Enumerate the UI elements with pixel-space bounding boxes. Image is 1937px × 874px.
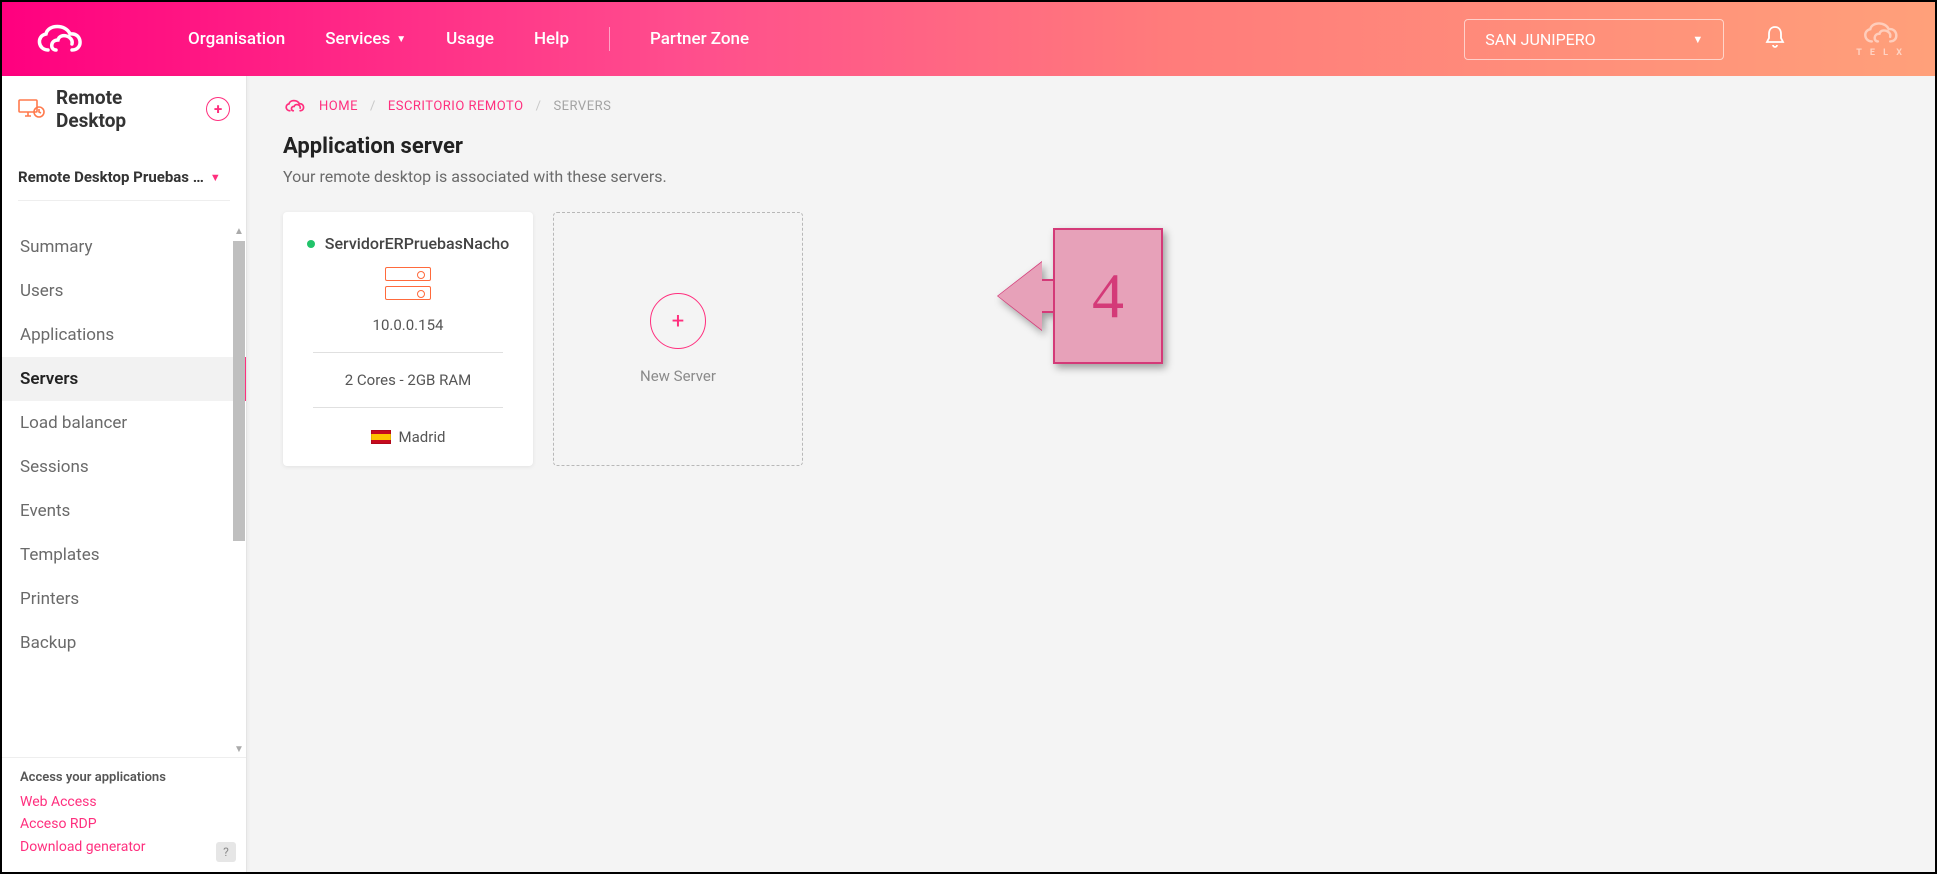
sidebar-footer: Access your applications Web Access Acce… <box>2 757 246 872</box>
nav-help[interactable]: Help <box>534 29 569 49</box>
breadcrumb-separator: / <box>536 99 542 114</box>
annotation-number: 4 <box>1053 228 1163 364</box>
chevron-down-icon: ▼ <box>210 171 221 184</box>
sidebar-title: Remote Desktop <box>56 86 196 132</box>
notifications-bell-icon[interactable] <box>1764 25 1786 53</box>
main-content: HOME / ESCRITORIO REMOTO / SERVERS Appli… <box>247 76 1935 872</box>
tenant-selected: SAN JUNIPERO <box>1485 30 1595 49</box>
server-card[interactable]: ServidorERPruebasNacho 10.0.0.154 2 Core… <box>283 212 533 466</box>
sidebar-item-templates[interactable]: Templates <box>2 533 246 577</box>
link-download-generator[interactable]: Download generator <box>20 836 228 858</box>
sidebar: Remote Desktop + Remote Desktop Pruebas … <box>2 76 247 872</box>
nav-partner-zone[interactable]: Partner Zone <box>650 29 749 49</box>
nav-usage[interactable]: Usage <box>446 29 494 49</box>
server-cards-row: ServidorERPruebasNacho 10.0.0.154 2 Core… <box>283 212 1899 466</box>
annotation-callout: 4 <box>998 228 1163 364</box>
plus-circle-icon: + <box>650 293 706 349</box>
divider <box>313 407 503 408</box>
sidebar-item-users[interactable]: Users <box>2 269 246 313</box>
new-server-card[interactable]: + New Server <box>553 212 803 466</box>
sidebar-item-printers[interactable]: Printers <box>2 577 246 621</box>
sidebar-item-load-balancer[interactable]: Load balancer <box>2 401 246 445</box>
server-name: ServidorERPruebasNacho <box>325 234 509 253</box>
chevron-down-icon: ▼ <box>1692 33 1703 46</box>
scroll-up-icon[interactable]: ▲ <box>234 225 244 239</box>
sidebar-item-servers[interactable]: Servers <box>2 357 246 401</box>
breadcrumb-logo-icon <box>283 98 307 114</box>
nav-services[interactable]: Services▼ <box>325 29 406 49</box>
brand-corner-logo-icon: T E L X <box>1856 20 1905 58</box>
remote-desktop-icon <box>18 99 46 119</box>
sidebar-item-backup[interactable]: Backup <box>2 621 246 665</box>
breadcrumb-separator: / <box>370 99 376 114</box>
server-location: Madrid <box>399 428 446 446</box>
nav-organisation[interactable]: Organisation <box>188 29 285 49</box>
server-specs: 2 Cores - 2GB RAM <box>301 365 515 395</box>
sidebar-item-applications[interactable]: Applications <box>2 313 246 357</box>
breadcrumb: HOME / ESCRITORIO REMOTO / SERVERS <box>283 98 1899 114</box>
top-header: Organisation Services▼ Usage Help Partne… <box>2 2 1935 76</box>
server-ip: 10.0.0.154 <box>301 310 515 340</box>
help-badge-button[interactable]: ? <box>216 842 236 862</box>
sidebar-item-summary[interactable]: Summary <box>2 225 246 269</box>
breadcrumb-current: SERVERS <box>553 99 611 114</box>
brand-logo-icon[interactable] <box>32 22 88 56</box>
access-apps-heading: Access your applications <box>20 770 228 785</box>
server-rack-icon <box>385 267 431 300</box>
divider <box>313 352 503 353</box>
sidebar-header: Remote Desktop + <box>2 76 246 150</box>
breadcrumb-home[interactable]: HOME <box>319 99 358 114</box>
sidebar-item-sessions[interactable]: Sessions <box>2 445 246 489</box>
nav-divider <box>609 27 610 51</box>
page-subtitle: Your remote desktop is associated with t… <box>283 167 1899 186</box>
breadcrumb-escritorio-remoto[interactable]: ESCRITORIO REMOTO <box>388 99 524 114</box>
project-selector[interactable]: Remote Desktop Pruebas … ▼ <box>18 168 230 201</box>
add-remote-desktop-button[interactable]: + <box>206 97 230 121</box>
page-title: Application server <box>283 134 1899 159</box>
sidebar-menu-scroll: Summary Users Applications Servers Load … <box>2 225 246 757</box>
status-online-icon <box>307 240 315 248</box>
scroll-down-icon[interactable]: ▼ <box>234 743 244 757</box>
chevron-down-icon: ▼ <box>396 34 406 45</box>
flag-spain-icon <box>371 430 391 444</box>
scroll-thumb[interactable] <box>233 241 245 541</box>
sidebar-scrollbar[interactable]: ▲ ▼ <box>232 225 246 757</box>
tenant-dropdown[interactable]: SAN JUNIPERO ▼ <box>1464 19 1724 60</box>
main-nav: Organisation Services▼ Usage Help Partne… <box>188 27 749 51</box>
sidebar-item-events[interactable]: Events <box>2 489 246 533</box>
project-name: Remote Desktop Pruebas … <box>18 168 204 186</box>
link-web-access[interactable]: Web Access <box>20 791 228 813</box>
new-server-label: New Server <box>640 367 716 385</box>
link-acceso-rdp[interactable]: Acceso RDP <box>20 813 228 835</box>
